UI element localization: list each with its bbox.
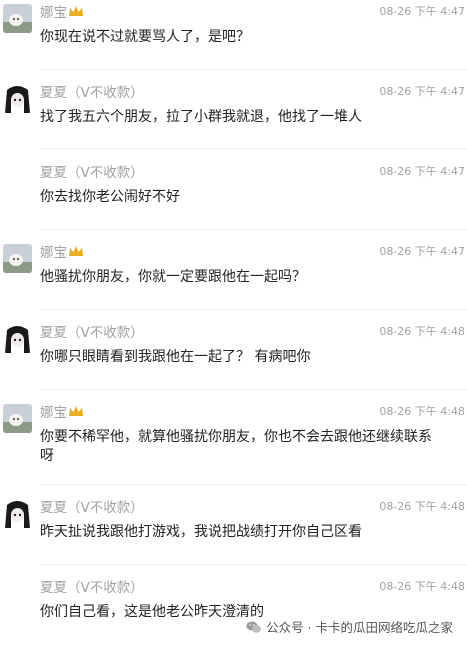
message-text: 昨天扯说我跟他打游戏，我说把战绩打开你自己区看 [40,524,362,540]
watermark-text: 公众号 · 卡卡的瓜田网络吃瓜之家 [266,620,453,635]
sender-name: 娜宝 [40,405,84,421]
message-time: 08-26 下午 4:47 [379,85,465,98]
dog-avatar-icon [3,244,32,273]
dog-avatar-icon [3,404,32,433]
divider [40,229,467,230]
wechat-watermark: 公众号 · 卡卡的瓜田网络吃瓜之家 [246,617,453,636]
message-time: 08-26 下午 4:48 [379,325,465,338]
sender-avatar[interactable] [3,4,32,33]
message-text: 找了我五六个朋友，拉了小群我就退，他找了一堆人 [40,109,362,125]
message-text: 你现在说不过就要骂人了，是吧？ [40,29,250,45]
message-time: 08-26 下午 4:47 [379,5,465,18]
crown-icon [68,5,84,21]
message-text: 你要不稀罕他，就算他骚扰你朋友，你也不会去跟他还继续联系呀 [40,429,432,464]
divider [40,148,467,149]
message-text: 你哪只眼睛看到我跟他在一起了？ 有病吧你 [40,349,311,365]
sender-name: 夏夏（V不收款） [40,500,144,516]
anime-girl-avatar-icon [3,324,32,353]
crown-icon [68,245,84,261]
message-time: 08-26 下午 4:48 [379,500,465,513]
sender-name: 夏夏（V不收款） [40,165,144,181]
anime-girl-avatar-icon [3,84,32,113]
divider [40,69,467,70]
divider [40,309,467,310]
sender-avatar[interactable] [3,404,32,433]
wechat-icon [246,621,262,633]
sender-name: 夏夏（V不收款） [40,580,144,596]
anime-girl-avatar-icon [3,499,32,528]
sender-avatar[interactable] [3,499,32,528]
message-text: 你去找你老公闹好不好 [40,189,180,205]
sender-name: 娜宝 [40,5,84,21]
message-time: 08-26 下午 4:47 [379,245,465,258]
sender-avatar[interactable] [3,244,32,273]
divider [40,484,467,485]
sender-name: 娜宝 [40,245,84,261]
crown-icon [68,405,84,421]
message-text: 他骚扰你朋友，你就一定要跟他在一起吗？ [40,269,306,285]
message-time: 08-26 下午 4:48 [379,405,465,418]
sender-name: 夏夏（V不收款） [40,85,144,101]
message-time: 08-26 下午 4:47 [379,165,465,178]
sender-name: 夏夏（V不收款） [40,325,144,341]
divider [40,564,467,565]
message-time: 08-26 下午 4:48 [379,580,465,593]
chat-history: 娜宝 08-26 下午 4:47 你现在说不过就要骂人了，是吧？ 夏夏（V不收款… [0,0,467,645]
sender-avatar[interactable] [3,324,32,353]
dog-avatar-icon [3,4,32,33]
divider [40,389,467,390]
sender-avatar[interactable] [3,84,32,113]
